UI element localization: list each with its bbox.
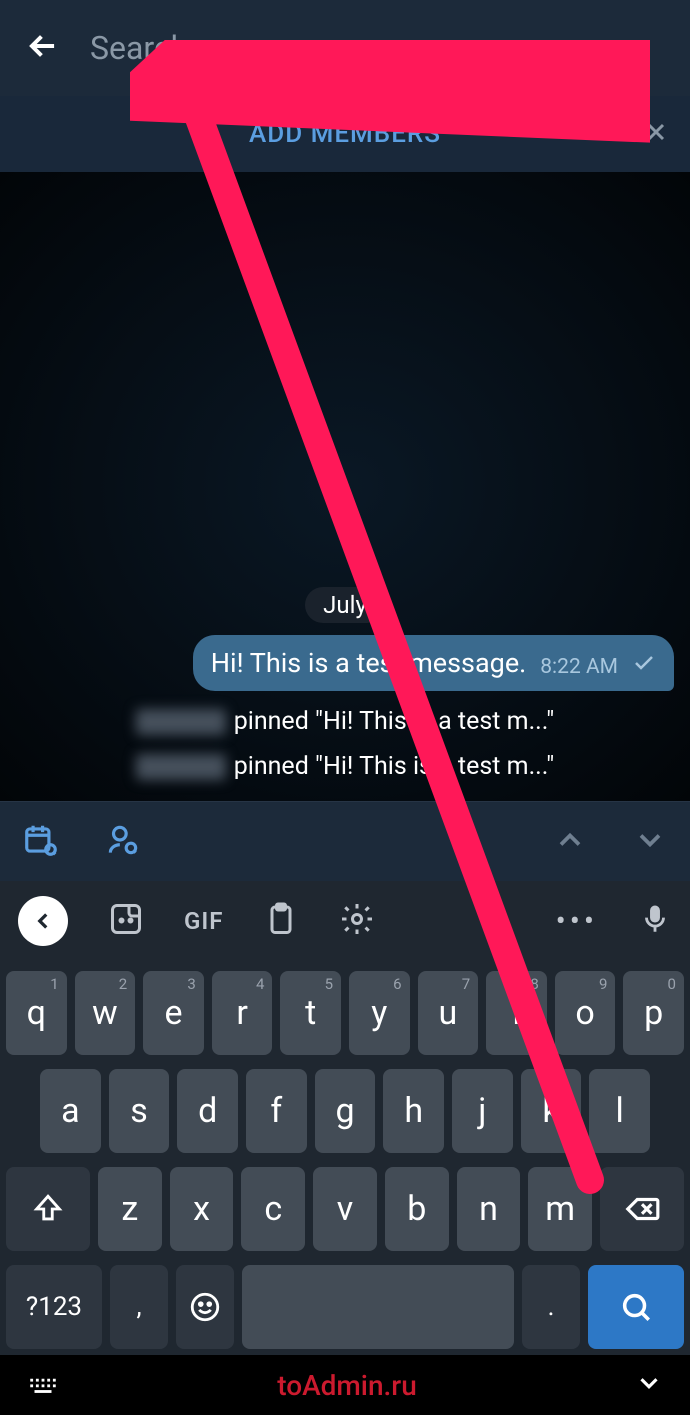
nav-up-icon[interactable] xyxy=(552,822,588,862)
key-w[interactable]: w2 xyxy=(75,971,136,1055)
key-l[interactable]: l xyxy=(589,1069,650,1153)
nav-down-icon[interactable] xyxy=(632,822,668,862)
key-e[interactable]: e3 xyxy=(143,971,204,1055)
key-y[interactable]: y6 xyxy=(349,971,410,1055)
search-input[interactable] xyxy=(90,29,666,67)
user-search-icon[interactable] xyxy=(104,821,142,863)
kbd-chevron-left-icon[interactable] xyxy=(18,896,68,946)
sticker-icon[interactable] xyxy=(108,901,144,941)
key-c[interactable]: c xyxy=(241,1167,305,1251)
space-key[interactable] xyxy=(242,1265,514,1349)
key-s[interactable]: s xyxy=(109,1069,170,1153)
message-text: Hi! This is a test message. xyxy=(211,647,526,679)
symbols-key[interactable]: ?123 xyxy=(6,1265,102,1349)
emoji-key[interactable] xyxy=(176,1265,234,1349)
keyboard-switcher-icon[interactable] xyxy=(26,1366,60,1404)
add-members-banner[interactable]: ADD MEMBERS xyxy=(0,96,690,172)
key-x[interactable]: x xyxy=(170,1167,234,1251)
key-r[interactable]: r4 xyxy=(212,971,273,1055)
key-h[interactable]: h xyxy=(383,1069,444,1153)
redacted-name xyxy=(136,754,226,780)
key-d[interactable]: d xyxy=(177,1069,238,1153)
chat-area: July Hi! This is a test message. 8:22 AM… xyxy=(0,172,690,801)
key-u[interactable]: u7 xyxy=(418,971,479,1055)
key-m[interactable]: m xyxy=(528,1167,592,1251)
pinned-text: pinned "Hi! This is a test m..." xyxy=(234,707,555,736)
date-separator: July xyxy=(305,587,385,623)
clipboard-icon[interactable] xyxy=(263,901,299,941)
message-bubble[interactable]: Hi! This is a test message. 8:22 AM xyxy=(193,635,674,691)
message-time: 8:22 AM xyxy=(540,655,618,679)
search-key[interactable] xyxy=(588,1265,684,1349)
key-j[interactable]: j xyxy=(452,1069,513,1153)
watermark-domain: toAdmin.ru xyxy=(277,1369,417,1402)
redacted-name xyxy=(136,709,226,735)
key-b[interactable]: b xyxy=(385,1167,449,1251)
chevron-down-icon[interactable] xyxy=(634,1368,664,1402)
key-v[interactable]: v xyxy=(313,1167,377,1251)
keyboard-toolbar: GIF ••• xyxy=(0,881,690,961)
shift-key[interactable] xyxy=(6,1167,90,1251)
virtual-keyboard: q1w2e3r4t5y6u7i8o9p0 asdfghjkl zxcvbnm ?… xyxy=(0,961,690,1355)
search-toolbar xyxy=(0,801,690,881)
gear-icon[interactable] xyxy=(339,901,375,941)
gif-button[interactable]: GIF xyxy=(184,907,223,935)
more-icon[interactable]: ••• xyxy=(556,904,598,939)
back-arrow-icon[interactable] xyxy=(24,27,62,69)
pinned-message-2[interactable]: pinned "Hi! This is a test m..." xyxy=(122,748,569,785)
key-t[interactable]: t5 xyxy=(280,971,341,1055)
key-f[interactable]: f xyxy=(246,1069,307,1153)
navigation-bar: toAdmin.ru xyxy=(0,1355,690,1415)
key-o[interactable]: o9 xyxy=(555,971,616,1055)
pinned-message-1[interactable]: pinned "Hi! This is a test m..." xyxy=(122,703,569,740)
pinned-text: pinned "Hi! This is a test m..." xyxy=(234,752,555,781)
sent-check-icon xyxy=(632,651,656,679)
close-icon[interactable] xyxy=(642,118,670,150)
key-q[interactable]: q1 xyxy=(6,971,67,1055)
search-header xyxy=(0,0,690,96)
period-key[interactable]: . xyxy=(522,1265,580,1349)
comma-key[interactable]: , xyxy=(110,1265,168,1349)
key-n[interactable]: n xyxy=(457,1167,521,1251)
backspace-key[interactable] xyxy=(600,1167,684,1251)
add-members-label: ADD MEMBERS xyxy=(249,119,441,149)
key-g[interactable]: g xyxy=(315,1069,376,1153)
key-k[interactable]: k xyxy=(521,1069,582,1153)
calendar-search-icon[interactable] xyxy=(22,821,60,863)
key-a[interactable]: a xyxy=(40,1069,101,1153)
key-z[interactable]: z xyxy=(98,1167,162,1251)
key-p[interactable]: p0 xyxy=(623,971,684,1055)
microphone-icon[interactable] xyxy=(638,902,672,940)
key-i[interactable]: i8 xyxy=(486,971,547,1055)
message-row: Hi! This is a test message. 8:22 AM xyxy=(0,635,690,691)
